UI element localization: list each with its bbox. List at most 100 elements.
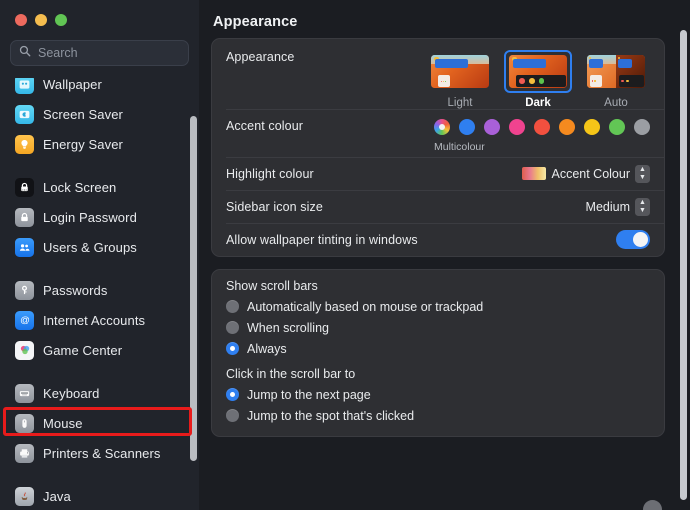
sidebar-scrollbar-track[interactable] (190, 108, 197, 498)
sidebar-item-keyboard[interactable]: Keyboard (8, 378, 191, 408)
click-scroll-bar-title: Click in the scroll bar to (226, 367, 356, 381)
sidebar-icon-size-value: Medium (585, 199, 630, 214)
highlight-colour-label: Highlight colour (226, 166, 314, 181)
show-scroll-bars-title: Show scroll bars (226, 279, 318, 293)
radio-button-selected[interactable] (226, 342, 239, 355)
sidebar-item-label: Wallpaper (43, 78, 102, 92)
sidebar-item-energy-saver[interactable]: Energy Saver (8, 129, 191, 159)
sidebar-scroll-area[interactable]: Wallpaper Screen Saver Energy Saver Lock Sc… (0, 78, 199, 510)
main-scrollbar-thumb[interactable] (680, 30, 687, 500)
sidebar-item-game-center[interactable]: Game Center (8, 335, 191, 365)
search-input[interactable] (38, 46, 180, 60)
mouse-icon (15, 413, 34, 433)
accent-swatch-multicolour[interactable] (434, 119, 450, 135)
sidebar-item-label: Printers & Scanners (43, 445, 161, 461)
theme-label-auto: Auto (604, 97, 628, 109)
highlight-colour-row: Highlight colour Accent Colour ▲ ▼ (212, 157, 664, 190)
radio-button[interactable] (226, 409, 239, 422)
theme-thumbnail-auto[interactable] (582, 50, 650, 93)
accent-swatch-pink[interactable] (509, 119, 525, 135)
sidebar-item-printers-scanners[interactable]: Printers & Scanners (8, 438, 191, 468)
sidebar-group-separator (0, 159, 199, 172)
sidebar-icon-size-label: Sidebar icon size (226, 199, 323, 214)
sidebar-item-mouse[interactable]: Mouse (8, 408, 191, 438)
click-scroll-bar-option-label: Jump to the next page (247, 387, 371, 402)
accent-swatch-group (434, 119, 650, 135)
sidebar-item-label: Login Password (43, 209, 137, 225)
sidebar-item-internet-accounts[interactable]: @ Internet Accounts (8, 305, 191, 335)
click-scroll-bar-option[interactable]: Jump to the spot that's clicked (212, 405, 664, 426)
radio-button[interactable] (226, 300, 239, 313)
accent-swatch-graphite[interactable] (634, 119, 650, 135)
theme-thumbnail-light[interactable] (426, 50, 494, 93)
accent-swatch-red[interactable] (534, 119, 550, 135)
theme-option-auto[interactable]: Auto (582, 50, 650, 109)
main-pane: Appearance Appearance Light Dark Auto Ac… (199, 0, 690, 510)
main-scroll-area[interactable]: Appearance Light Dark Auto Accent colour… (199, 38, 690, 510)
theme-option-light[interactable]: Light (426, 50, 494, 109)
printer-icon (15, 443, 34, 463)
theme-thumbnail-dark[interactable] (504, 50, 572, 93)
accent-colour-caption: Multicolour (434, 141, 485, 153)
show-scroll-bars-option[interactable]: When scrolling (212, 317, 664, 338)
sidebar-group-separator (0, 468, 199, 481)
accent-swatch-green[interactable] (609, 119, 625, 135)
sidebar-item-java[interactable]: Java (8, 481, 191, 510)
show-scroll-bars-option[interactable]: Always (212, 338, 664, 359)
wallpaper-icon (15, 78, 34, 94)
chevron-updown-icon[interactable]: ▲ ▼ (635, 197, 650, 216)
click-scroll-bar-options: Jump to the next page Jump to the spot th… (212, 384, 664, 426)
sidebar-item-login-password[interactable]: Login Password (8, 202, 191, 232)
sidebar-item-users-groups[interactable]: Users & Groups (8, 232, 191, 262)
window-controls (0, 0, 199, 36)
show-scroll-bars-option[interactable]: Automatically based on mouse or trackpad (212, 296, 664, 317)
energy-saver-icon (15, 134, 34, 154)
sidebar-item-label: Users & Groups (43, 239, 137, 255)
wallpaper-tinting-toggle[interactable] (616, 230, 650, 249)
highlight-colour-swatch (522, 167, 547, 180)
sidebar-scrollbar-thumb[interactable] (190, 116, 197, 461)
sidebar-item-lock-screen[interactable]: Lock Screen (8, 172, 191, 202)
theme-option-dark[interactable]: Dark (504, 50, 572, 109)
game-center-icon (15, 340, 34, 360)
accent-swatch-blue[interactable] (459, 119, 475, 135)
wallpaper-tinting-row: Allow wallpaper tinting in windows (212, 223, 664, 256)
highlight-colour-value: Accent Colour (551, 166, 630, 181)
page-title: Appearance (213, 14, 298, 30)
click-scroll-bar-option[interactable]: Jump to the next page (212, 384, 664, 405)
sidebar-item-passwords[interactable]: Passwords (8, 275, 191, 305)
wallpaper-tinting-label: Allow wallpaper tinting in windows (226, 232, 418, 247)
radio-button[interactable] (226, 321, 239, 334)
sidebar-item-label: Screen Saver (43, 106, 123, 122)
sidebar-item-wallpaper[interactable]: Wallpaper (8, 78, 191, 99)
highlight-colour-popup[interactable]: Accent Colour ▲ ▼ (522, 164, 650, 183)
accent-swatch-yellow[interactable] (584, 119, 600, 135)
system-settings-window: Wallpaper Screen Saver Energy Saver Lock Sc… (0, 0, 690, 510)
java-icon (15, 486, 34, 506)
appearance-row: Appearance Light Dark Auto (212, 39, 664, 109)
minimize-button[interactable] (35, 14, 47, 26)
sidebar-item-label: Java (43, 488, 71, 504)
lock-screen-icon (15, 177, 34, 197)
accent-swatch-purple[interactable] (484, 119, 500, 135)
chevron-updown-icon[interactable]: ▲ ▼ (635, 164, 650, 183)
search-container (0, 36, 199, 66)
theme-label-dark: Dark (525, 97, 551, 109)
accent-swatch-orange[interactable] (559, 119, 575, 135)
appearance-settings-card: Appearance Light Dark Auto Accent colour… (211, 38, 665, 257)
theme-label-light: Light (447, 97, 473, 109)
zoom-button[interactable] (55, 14, 67, 26)
main-scrollbar-track[interactable] (680, 0, 688, 510)
search-field[interactable] (10, 40, 189, 66)
sidebar-item-label: Energy Saver (43, 136, 123, 152)
sidebar-icon-size-row: Sidebar icon size Medium ▲ ▼ (212, 190, 664, 223)
sidebar-item-label: Mouse (43, 415, 83, 431)
help-button[interactable] (643, 500, 662, 510)
sidebar-item-label: Lock Screen (43, 179, 117, 195)
radio-button-selected[interactable] (226, 388, 239, 401)
sidebar-group-separator (0, 365, 199, 378)
close-button[interactable] (15, 14, 27, 26)
login-password-icon (15, 207, 34, 227)
sidebar-item-screen-saver[interactable]: Screen Saver (8, 99, 191, 129)
sidebar-icon-size-popup[interactable]: Medium ▲ ▼ (585, 197, 650, 216)
